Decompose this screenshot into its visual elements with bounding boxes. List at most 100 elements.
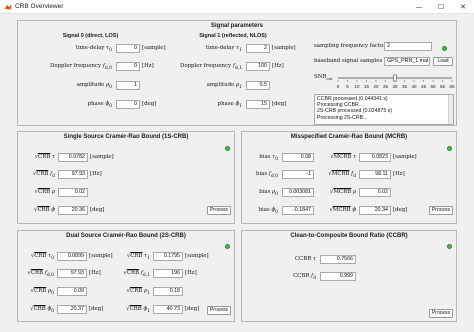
crb-1s-fd-field[interactable]: 97.93	[58, 170, 88, 179]
crb-1s-status-led	[225, 146, 230, 151]
signal1-tau-field[interactable]: 2	[246, 44, 270, 53]
snr-tick-label: 5	[346, 84, 349, 89]
mcrb-bias-tau-field[interactable]: 0.08	[282, 153, 314, 162]
crb-2s-phi0-unit: [deg]	[89, 306, 104, 312]
mcrb-bias-tau-label: bias τ0	[259, 154, 278, 163]
mcrb-rho-label: √MCRB ρ	[330, 189, 356, 195]
crb-1s-fd-unit: [Hz]	[90, 171, 102, 177]
crb-2s-tau1-field[interactable]: 0.1795	[153, 252, 183, 261]
crb-1s-tau-unit: [sample]	[90, 154, 114, 160]
crb-2s-phi1-label: √CRB ϕ1	[126, 306, 150, 315]
mcrb-bias-phi-field[interactable]: -0.1847	[282, 206, 314, 215]
snr-tick-label: 30	[392, 84, 398, 89]
snr-tick-label: 0	[337, 84, 340, 89]
ccbr-fd-label: CCBR fd	[293, 273, 316, 282]
signal1-amplitude-field[interactable]: 0.5	[246, 81, 270, 90]
snr-slider-thumb[interactable]	[393, 74, 397, 82]
sampling-factor-field[interactable]: 2	[384, 42, 432, 51]
crb-2s-rho1-field[interactable]: 0.18	[153, 287, 183, 296]
crb-2s-tau1-unit: [sample]	[185, 253, 209, 259]
ccbr-process-button[interactable]: Process	[429, 309, 453, 318]
mcrb-phi-field[interactable]: 20.34	[359, 206, 391, 215]
baseband-label: baseband signal samples	[314, 58, 383, 64]
signal0-doppler-field[interactable]: 0	[116, 62, 140, 71]
maximize-icon: ☐	[437, 3, 445, 11]
snr-tick-label: 15	[364, 84, 370, 89]
mcrb-tau-unit: [sample]	[393, 154, 417, 160]
signal-parameters-panel: Signal parameters Signal 0 (direct, LOS)…	[17, 20, 457, 126]
crb-2s-tau0-field[interactable]: 0.0899	[57, 252, 87, 261]
snr-tick-label: 45	[421, 84, 427, 89]
log-scrollbar[interactable]	[448, 95, 453, 124]
signal1-tau-unit: [sample]	[272, 45, 296, 51]
close-button[interactable]: ✕	[452, 0, 474, 14]
crb-1s-tau-field[interactable]: 0.0782	[58, 153, 88, 162]
mcrb-rho-field[interactable]: 0.02	[359, 188, 391, 197]
signal0-phase-unit: [deg]	[142, 101, 157, 107]
crb-1s-title: Single Source Cramér-Rao Bound (1S-CRB)	[63, 134, 189, 140]
crb-2s-title: Dual Source Cramér-Rao Bound (2S-CRB)	[66, 233, 186, 239]
signal1-doppler-unit: [Hz]	[272, 63, 284, 69]
mcrb-tau-field[interactable]: 0.0823	[359, 153, 391, 162]
crb-2s-rho1-label: √CRB ρ1	[126, 288, 150, 297]
crb-1s-process-button[interactable]: Process	[207, 206, 231, 215]
crb-1s-tau-label: √CRB τ	[34, 154, 55, 160]
crb-2s-phi0-label: √CRB ϕ0	[30, 306, 54, 315]
minimize-icon: —	[415, 3, 423, 11]
crb-2s-fd1-field[interactable]: 196	[153, 269, 183, 278]
load-button[interactable]: Load	[433, 57, 453, 66]
signal0-phase-field[interactable]: 0	[116, 100, 140, 109]
mcrb-bias-fd-label: bias fd,0	[255, 171, 278, 180]
close-icon: ✕	[460, 3, 466, 11]
mcrb-title: Misspecified Cramér-Rao Bound (MCRB)	[290, 134, 408, 140]
status-log[interactable]: CCBR processed (0.044341 s) Processing C…	[314, 94, 454, 125]
signal1-doppler-field[interactable]: 100	[246, 62, 270, 71]
mcrb-process-button[interactable]: Process	[429, 206, 453, 215]
snr-tick-label: 10	[354, 84, 360, 89]
crb-2s-fd0-field[interactable]: 97.93	[57, 269, 87, 278]
signal0-tau-field[interactable]: 0	[116, 44, 140, 53]
status-led	[442, 46, 447, 51]
crb-2s-fd1-unit: [Hz]	[185, 270, 197, 276]
sampling-factor-label: sampling frequency factor	[314, 43, 386, 49]
crb-2s-fd0-unit: [Hz]	[89, 270, 101, 276]
minimize-button[interactable]: —	[408, 0, 430, 14]
mcrb-fd-label: √MCRB fd	[328, 171, 356, 180]
crb-2s-rho0-field[interactable]: 0.09	[57, 287, 87, 296]
log-line: Processing 2S-CRB...	[317, 114, 368, 121]
snr-tick-label: 50	[430, 84, 436, 89]
signal0-doppler-label: Doppler frequency fd,0	[50, 63, 112, 72]
snr-tick-label: 60	[449, 84, 455, 89]
crb-2s-process-button[interactable]: Process	[207, 306, 231, 315]
signal0-amplitude-label: amplitude ρ0	[76, 82, 112, 91]
ccbr-panel: Clean-to-Composite Bound Ratio (CCBR) CC…	[241, 230, 457, 322]
crb-1s-panel: Single Source Cramér-Rao Bound (1S-CRB) …	[17, 131, 235, 224]
mcrb-fd-unit: [Hz]	[393, 171, 405, 177]
crb-1s-phi-field[interactable]: 20.36	[58, 206, 88, 215]
crb-2s-phi0-field[interactable]: 20.37	[57, 305, 87, 314]
signal1-phase-unit: [deg]	[272, 101, 287, 107]
signal1-phase-label: phase ϕ1	[217, 101, 242, 110]
snr-tick-label: 20	[373, 84, 379, 89]
title-bar: CRB Overviewer — ☐ ✕	[0, 0, 474, 14]
mcrb-phi-unit: [deg]	[393, 207, 408, 213]
crb-1s-rho-label: √CRB ρ	[34, 189, 55, 195]
crb-2s-phi1-field[interactable]: 40.73	[153, 305, 183, 314]
snr-slider[interactable]: 0 5 10 15 20 25 30 35 40 45 50 55 60	[334, 72, 456, 92]
signal1-doppler-label: Doppler frequency fd,1	[180, 63, 242, 72]
snr-tick-label: 25	[383, 84, 389, 89]
crb-2s-fd0-label: √CRB fd,0	[27, 270, 55, 279]
maximize-button[interactable]: ☐	[430, 0, 452, 14]
mcrb-fd-field[interactable]: 98.11	[359, 170, 391, 179]
baseband-file-field[interactable]: GPS_PRN_1.mat	[384, 57, 430, 66]
mcrb-bias-fd-field[interactable]: -1	[282, 170, 314, 179]
ccbr-tau-field[interactable]: 0.7566	[320, 255, 356, 264]
mcrb-bias-rho-field[interactable]: 0.003081	[282, 188, 314, 197]
mcrb-phi-label: √MCRB ϕ	[329, 207, 356, 213]
signal0-amplitude-field[interactable]: 1	[116, 81, 140, 90]
crb-1s-rho-field[interactable]: 0.02	[58, 188, 88, 197]
crb-2s-tau0-label: √CRB τ0	[30, 253, 54, 262]
crb-2s-tau1-label: √CRB τ1	[126, 253, 150, 262]
signal1-phase-field[interactable]: 15	[246, 100, 270, 109]
ccbr-fd-field[interactable]: 0.999	[320, 272, 356, 281]
